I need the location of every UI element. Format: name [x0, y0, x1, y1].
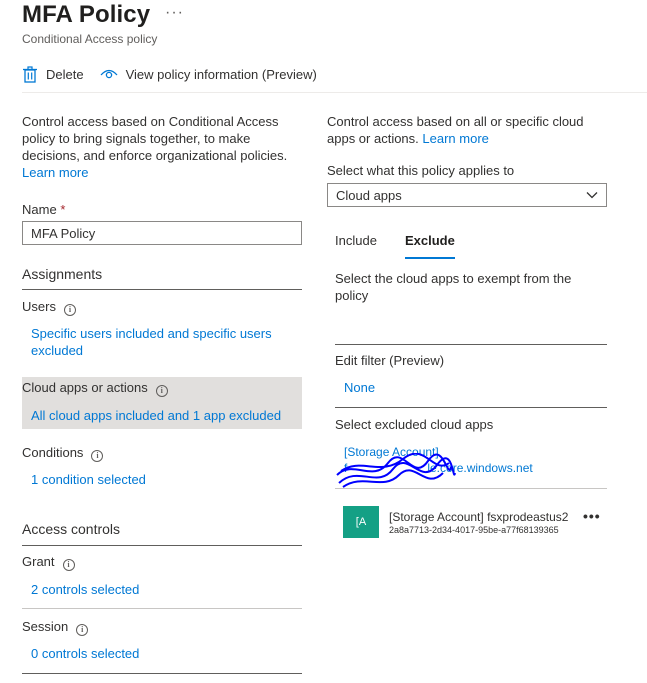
- grant-divider: [22, 608, 302, 609]
- excluded-app-item[interactable]: [A [Storage Account] fsxprodeastus2 2a8a…: [335, 496, 607, 546]
- trash-icon: [23, 65, 37, 83]
- session-divider: [22, 673, 302, 674]
- access-controls-heading: Access controls: [22, 521, 121, 537]
- toolbar-divider: [22, 92, 647, 93]
- delete-label: Delete: [46, 66, 84, 82]
- assignments-divider: [22, 289, 302, 290]
- session-link[interactable]: 0 controls selected: [31, 645, 291, 662]
- name-label: Name *: [22, 202, 66, 217]
- exclude-divider: [335, 344, 607, 345]
- app-name: [Storage Account] fsxprodeastus2: [389, 510, 569, 524]
- exclude-description: Select the cloud apps to exempt from the…: [335, 271, 572, 303]
- view-policy-info-button[interactable]: View policy information (Preview): [100, 67, 317, 82]
- users-label: Users i: [22, 299, 302, 316]
- command-bar: Delete View policy information (Preview): [22, 61, 333, 87]
- cloud-apps-description: Control access based on all or specific …: [327, 114, 584, 146]
- app-more-button[interactable]: •••: [583, 508, 601, 524]
- learn-more-link-right[interactable]: Learn more: [422, 131, 488, 146]
- edit-filter-label: Edit filter (Preview): [335, 353, 445, 368]
- learn-more-link-left[interactable]: Learn more: [22, 165, 88, 180]
- app-id: 2a8a7713-2d34-4017-95be-a77f68139365: [389, 525, 559, 535]
- info-icon[interactable]: i: [76, 624, 89, 636]
- session-label: Session i: [22, 619, 302, 636]
- storage-account-icon: [A: [343, 506, 379, 538]
- active-tab-indicator: [405, 257, 455, 259]
- tab-exclude[interactable]: Exclude: [405, 233, 455, 248]
- info-icon[interactable]: i: [91, 450, 104, 462]
- cloud-apps-label: Cloud apps or actions i: [22, 380, 302, 397]
- filter-divider: [335, 407, 607, 408]
- conditions-link[interactable]: 1 condition selected: [31, 471, 291, 488]
- applies-to-label: Select what this policy applies to: [327, 163, 515, 178]
- eye-icon: [100, 69, 118, 79]
- access-controls-divider: [22, 545, 302, 546]
- view-policy-info-label: View policy information (Preview): [125, 66, 317, 82]
- excluded-divider: [335, 488, 607, 489]
- info-icon[interactable]: i: [63, 304, 76, 316]
- select-excluded-label: Select excluded cloud apps: [335, 417, 494, 432]
- tab-include[interactable]: Include: [335, 233, 377, 248]
- info-icon[interactable]: i: [62, 559, 75, 571]
- grant-label: Grant i: [22, 554, 302, 571]
- delete-button[interactable]: Delete: [22, 65, 84, 83]
- grant-link[interactable]: 2 controls selected: [31, 581, 291, 598]
- conditions-label: Conditions i: [22, 445, 302, 462]
- required-marker: *: [60, 202, 66, 217]
- chevron-down-icon: [586, 192, 598, 199]
- page-subtitle: Conditional Access policy: [22, 32, 158, 46]
- policy-name-input[interactable]: MFA Policy: [22, 221, 302, 245]
- more-options-button[interactable]: ···: [165, 4, 184, 22]
- users-link[interactable]: Specific users included and specific use…: [31, 325, 291, 359]
- applies-to-dropdown[interactable]: Cloud apps: [327, 183, 607, 207]
- assignments-heading: Assignments: [22, 266, 103, 282]
- applies-to-value: Cloud apps: [336, 188, 402, 203]
- redaction-scribble: [336, 453, 456, 488]
- policy-description: Control access based on Conditional Acce…: [22, 114, 288, 180]
- cloud-apps-link[interactable]: All cloud apps included and 1 app exclud…: [31, 407, 296, 424]
- info-icon[interactable]: i: [155, 385, 168, 397]
- edit-filter-link[interactable]: None: [344, 379, 375, 396]
- page-title: MFA Policy: [22, 1, 151, 28]
